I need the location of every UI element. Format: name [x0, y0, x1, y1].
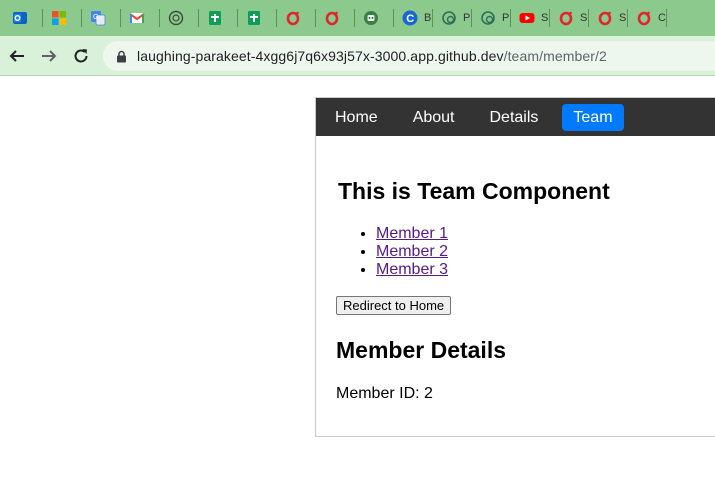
- svg-text:G: G: [93, 14, 98, 21]
- nav-details[interactable]: Details: [479, 104, 550, 131]
- robot-icon: [364, 11, 378, 25]
- browser-toolbar: laughing-parakeet-4xgg6j7q6x93j57x-3000.…: [0, 36, 715, 76]
- app-container: Home About Details Team This is Team Com…: [315, 97, 715, 437]
- member-1-link[interactable]: Member 1: [376, 225, 448, 242]
- swirl-icon: [442, 11, 456, 25]
- browser-tab[interactable]: [355, 0, 394, 36]
- tab-title: B: [424, 12, 432, 24]
- forward-arrow-icon: [42, 49, 57, 62]
- tab-title: S: [619, 12, 627, 24]
- browser-tab[interactable]: [199, 0, 238, 36]
- browser-tab[interactable]: [277, 0, 316, 36]
- chatgpt-icon: [168, 10, 184, 26]
- browser-tab[interactable]: S: [511, 0, 550, 36]
- sheets-icon: [209, 11, 221, 25]
- member-id-text: Member ID: 2: [336, 385, 433, 402]
- svg-text:C: C: [406, 13, 414, 25]
- nav-team[interactable]: Team: [562, 103, 624, 131]
- forward-button[interactable]: [33, 40, 65, 72]
- browser-tab[interactable]: [4, 0, 43, 36]
- member-list: Member 1 Member 2 Member 3: [336, 225, 715, 279]
- tab-title: S: [580, 12, 588, 24]
- browser-tab[interactable]: [238, 0, 277, 36]
- browser-tab[interactable]: S: [550, 0, 589, 36]
- c-icon: C: [402, 10, 418, 26]
- browser-tab[interactable]: G: [82, 0, 121, 36]
- member-2-link[interactable]: Member 2: [376, 243, 448, 260]
- youtube-icon: [519, 13, 535, 23]
- opera-icon: [637, 11, 651, 26]
- member-details-heading: Member Details: [336, 337, 507, 363]
- browser-tab[interactable]: C B: [394, 0, 433, 36]
- navbar: Home About Details Team: [316, 98, 715, 136]
- sheets-icon: [248, 11, 260, 25]
- url-text: laughing-parakeet-4xgg6j7q6x93j57x-3000.…: [137, 48, 607, 64]
- list-item: Member 3: [376, 261, 715, 279]
- opera-icon: [598, 11, 612, 26]
- swirl-icon: [481, 11, 495, 25]
- microsoft-icon: [52, 11, 66, 25]
- browser-tab[interactable]: [121, 0, 160, 36]
- member-3-link[interactable]: Member 3: [376, 261, 448, 278]
- browser-tab[interactable]: S: [589, 0, 628, 36]
- reload-icon: [74, 48, 88, 62]
- lock-icon: [117, 50, 126, 62]
- url-path: /team/member/2: [503, 48, 607, 64]
- browser-tab[interactable]: C: [628, 0, 667, 36]
- back-arrow-icon: [9, 49, 24, 62]
- redirect-home-button[interactable]: Redirect to Home: [336, 296, 452, 315]
- browser-tab[interactable]: P: [472, 0, 511, 36]
- nav-home[interactable]: Home: [324, 104, 389, 131]
- team-heading: This is Team Component: [338, 178, 610, 204]
- list-item: Member 1: [376, 225, 715, 243]
- browser-tab[interactable]: P: [433, 0, 472, 36]
- main-content: This is Team Component Member 1 Member 2…: [316, 178, 715, 403]
- tab-strip: G C B P P S S S C: [0, 0, 715, 36]
- list-item: Member 2: [376, 243, 715, 261]
- browser-tab[interactable]: [160, 0, 199, 36]
- reload-button[interactable]: [65, 40, 97, 72]
- address-bar[interactable]: laughing-parakeet-4xgg6j7q6x93j57x-3000.…: [103, 41, 715, 71]
- url-host: laughing-parakeet-4xgg6j7q6x93j57x-3000.…: [137, 48, 504, 64]
- tab-title: P: [463, 12, 471, 24]
- browser-tab[interactable]: [43, 0, 82, 36]
- opera-icon: [286, 11, 300, 26]
- back-button[interactable]: [1, 40, 33, 72]
- tab-title: S: [541, 12, 549, 24]
- gmail-icon: [129, 13, 145, 23]
- translate-icon: G: [91, 11, 106, 26]
- browser-tab[interactable]: [316, 0, 355, 36]
- nav-about[interactable]: About: [402, 104, 466, 131]
- opera-icon: [325, 11, 339, 26]
- tab-title: P: [502, 12, 510, 24]
- tab-title: C: [658, 12, 666, 24]
- opera-icon: [559, 11, 573, 26]
- outlook-icon: [13, 12, 27, 24]
